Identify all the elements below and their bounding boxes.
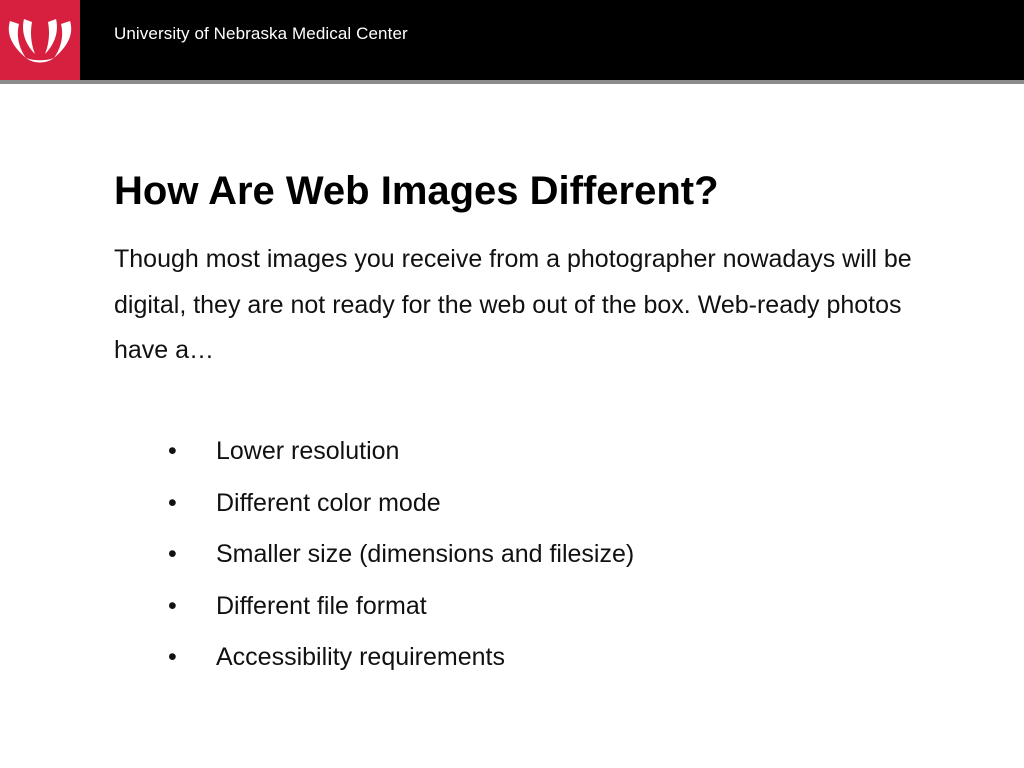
bullet-icon: • bbox=[168, 591, 177, 620]
header-bar: University of Nebraska Medical Center bbox=[0, 0, 1024, 80]
bullet-text: Smaller size (dimensions and filesize) bbox=[216, 540, 635, 568]
unmc-logo-icon bbox=[0, 0, 80, 80]
bullet-text: Lower resolution bbox=[216, 437, 400, 465]
intro-paragraph: Though most images you receive from a ph… bbox=[114, 245, 912, 364]
bullet-icon: • bbox=[168, 643, 177, 671]
bullet-icon: • bbox=[168, 488, 177, 517]
bullet-text: Different color mode bbox=[216, 488, 441, 517]
organization-name: University of Nebraska Medical Center bbox=[114, 24, 408, 43]
bullet-icon: • bbox=[168, 437, 177, 465]
slide-title: How Are Web Images Different? bbox=[114, 169, 719, 213]
slide: University of Nebraska Medical Center Ho… bbox=[0, 0, 1024, 768]
bullet-icon: • bbox=[168, 540, 177, 568]
header-divider bbox=[0, 80, 1024, 84]
bullet-text: Accessibility requirements bbox=[216, 643, 505, 671]
bullet-text: Different file format bbox=[216, 591, 427, 620]
